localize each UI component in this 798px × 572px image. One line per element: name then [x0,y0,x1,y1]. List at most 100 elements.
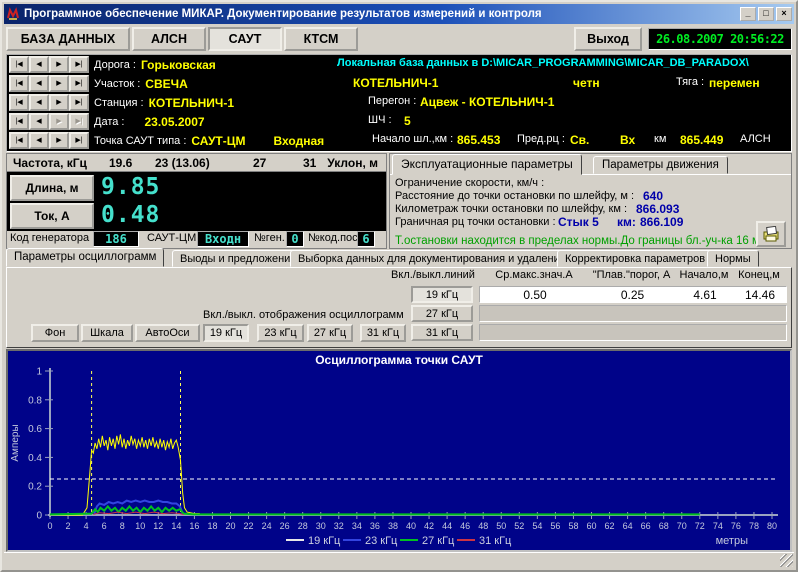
nav-prev-icon[interactable]: ◀ [29,94,49,111]
nav-prev-icon[interactable]: ◀ [29,113,49,130]
nav-last-icon[interactable]: ▶| [69,56,89,73]
svg-text:14: 14 [171,521,181,531]
close-icon[interactable]: × [776,7,792,21]
nav-next-icon[interactable]: ▶ [49,113,69,130]
table-row: 27 кГц [387,305,787,322]
tab-motion-params[interactable]: Параметры движения [593,156,728,174]
saut-button[interactable]: САУТ [208,27,282,51]
date-label: Дата : [94,116,124,128]
tab-norms[interactable]: Нормы [707,250,759,267]
boundary-rc-joint: Стык 5 [558,215,599,229]
tab-oscillogram-params[interactable]: Параметры осциллограмм [6,248,164,267]
line-31khz-button[interactable]: 31 кГц [411,324,473,341]
nav-last-icon[interactable]: ▶| [69,132,89,149]
svg-text:46: 46 [460,521,470,531]
svg-text:0.6: 0.6 [28,424,42,435]
slope-header-label: Уклон, м [327,156,378,170]
minimize-icon[interactable]: _ [740,7,756,21]
tab-param-correction[interactable]: Корректировка параметров [557,250,713,267]
svg-text:72: 72 [695,521,705,531]
nav-next-icon[interactable]: ▶ [49,56,69,73]
generator-number-value: 0 [286,231,304,247]
tab-data-selection[interactable]: Выборка данных для документирования и уд… [290,250,574,267]
line-19khz-button[interactable]: 19 кГц [411,286,473,303]
show-27khz-button[interactable]: 27 кГц [307,324,353,342]
printer-icon [762,226,780,242]
svg-text:66: 66 [641,521,651,531]
maximize-icon[interactable]: □ [758,7,774,21]
autoaxes-button[interactable]: АвтоОси [135,324,200,342]
exit-button[interactable]: Выход [574,27,642,51]
road-nav: |◀ ◀ ▶ ▶| [9,56,89,73]
generator-number-label: №ген. [254,232,285,244]
speed-limit-label: Ограничение скорости, км/ч : [395,177,544,189]
nav-first-icon[interactable]: |◀ [9,132,29,149]
resize-grip[interactable] [780,554,793,567]
nav-first-icon[interactable]: |◀ [9,113,29,130]
svg-text:62: 62 [605,521,615,531]
current-button[interactable]: Ток, А [10,203,94,229]
end-m-value: 14.46 [735,288,785,302]
svg-text:60: 60 [586,521,596,531]
nav-last-icon[interactable]: ▶| [69,75,89,92]
print-button[interactable] [756,221,786,247]
svg-text:0: 0 [36,511,42,522]
length-button[interactable]: Длина, м [10,175,94,201]
tab-operational-params[interactable]: Эксплуатационные параметры [392,154,582,175]
line-27khz-button[interactable]: 27 кГц [411,305,473,322]
show-31khz-button[interactable]: 31 кГц [360,324,406,342]
generator-row: Код генератора 186 САУТ-ЦМ Входн №ген. 0… [7,231,386,248]
nav-last-icon[interactable]: ▶| [69,94,89,111]
nav-prev-icon[interactable]: ◀ [29,56,49,73]
svg-text:6: 6 [102,521,107,531]
nav-last-icon[interactable]: ▶| [69,113,89,130]
nav-first-icon[interactable]: |◀ [9,94,29,111]
svg-text:38: 38 [388,521,398,531]
nav-first-icon[interactable]: |◀ [9,75,29,92]
nav-next-icon[interactable]: ▶ [49,94,69,111]
freq-19-value: 19.6 [109,156,132,170]
code-sequence-label: №код.пос. [308,232,361,244]
show-23khz-button[interactable]: 23 кГц [257,324,304,342]
stop-distance-value: 640 [643,189,663,203]
datetime-clock: 26.08.2007 20:56:22 [648,28,792,50]
shch-value: 5 [404,114,411,128]
date-row: |◀ ◀ ▶ ▶| Дата : 23.05.2007 ШЧ : 5 [7,112,791,131]
svg-text:0: 0 [47,521,52,531]
svg-text:27 кГц: 27 кГц [422,535,455,547]
alsn-button[interactable]: АЛСН [132,27,206,51]
nav-next-icon[interactable]: ▶ [49,132,69,149]
boundary-rc-km-label: км: [617,215,636,229]
svg-text:2: 2 [66,521,71,531]
svg-text:28: 28 [298,521,308,531]
scale-button[interactable]: Шкала [81,324,133,342]
operational-panel: Эксплуатационные параметры Параметры дви… [389,153,792,249]
svg-text:16: 16 [189,521,199,531]
svg-text:40: 40 [406,521,416,531]
oscillogram-chart: 00.20.40.60.8102468101214161820222426283… [8,367,794,550]
svg-text:19 кГц: 19 кГц [308,535,341,547]
ktsm-button[interactable]: КТСМ [284,27,358,51]
nav-prev-icon[interactable]: ◀ [29,132,49,149]
nav-first-icon[interactable]: |◀ [9,56,29,73]
current-value: 0.48 [101,202,160,228]
road-label: Дорога : [94,59,136,71]
svg-text:76: 76 [731,521,741,531]
section-value: СВЕЧА [145,77,187,91]
title-bar: Программное обеспечение МИКАР. Документи… [4,4,794,24]
point-kind-value: Входная [274,134,325,148]
status-bar [4,552,794,568]
tab-conclusions[interactable]: Выоды и предложения [172,250,304,267]
svg-text:20: 20 [225,521,235,531]
road-row: |◀ ◀ ▶ ▶| Дорога : Горьковская Локальная… [7,55,791,74]
show-19khz-button[interactable]: 19 кГц [203,324,249,342]
date-value: 23.05.2007 [144,115,204,129]
database-button[interactable]: БАЗА ДАННЫХ [6,27,130,51]
nav-prev-icon[interactable]: ◀ [29,75,49,92]
nav-next-icon[interactable]: ▶ [49,75,69,92]
svg-text:24: 24 [262,521,272,531]
chart-title: Осциллограмма точки САУТ [8,351,790,367]
avg-max-value: 0.50 [480,288,590,302]
svg-text:0.2: 0.2 [28,482,42,493]
background-button[interactable]: Фон [31,324,79,342]
